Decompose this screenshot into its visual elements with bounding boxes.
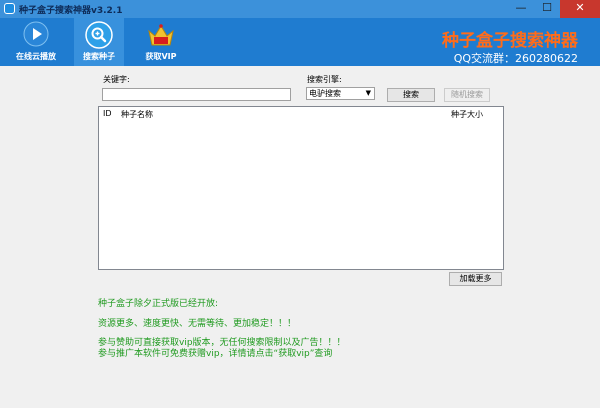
qq-group-text: QQ交流群：260280622 [453, 52, 578, 65]
title-bar[interactable]: 种子盒子搜索神器v3.2.1 — ☐ ✕ [0, 0, 600, 18]
engine-label: 搜索引擎: [307, 75, 342, 84]
keyword-input[interactable] [102, 88, 291, 101]
search-torrent-label: 搜索种子 [83, 52, 115, 61]
notice-line-4: 参与推广本软件可免费获赠vip，详情请点击“获取vip”查询 [98, 349, 333, 359]
column-size[interactable]: 种子大小 [451, 109, 483, 120]
load-more-button[interactable]: 加载更多 [449, 272, 502, 286]
search-torrent-button[interactable]: 搜索种子 [74, 18, 124, 66]
chevron-down-icon: ▼ [365, 89, 371, 97]
keyword-label: 关键字: [103, 75, 130, 84]
get-vip-label: 获取VIP [145, 52, 177, 61]
results-header: ID 种子名称 种子大小 [99, 107, 503, 120]
app-window: 种子盒子搜索神器v3.2.1 — ☐ ✕ 在线云播放 搜索种子 获取VIP 种子… [0, 0, 600, 408]
column-name[interactable]: 种子名称 [121, 109, 153, 120]
cloud-play-button[interactable]: 在线云播放 [8, 18, 64, 66]
engine-select[interactable]: 电驴搜索 ▼ [306, 87, 375, 100]
app-icon [4, 3, 15, 14]
column-id[interactable]: ID [103, 109, 112, 118]
search-icon [85, 21, 113, 49]
get-vip-button[interactable]: 获取VIP [136, 18, 186, 66]
engine-selected-value: 电驴搜索 [309, 89, 341, 98]
maximize-button[interactable]: ☐ [534, 0, 560, 18]
toolbar: 在线云播放 搜索种子 获取VIP 种子盒子搜索神器 QQ交流群：26028062… [0, 18, 600, 66]
brand-title: 种子盒子搜索神器 [442, 31, 578, 51]
play-icon [23, 21, 49, 47]
cloud-play-label: 在线云播放 [16, 52, 56, 61]
window-title: 种子盒子搜索神器v3.2.1 [19, 6, 123, 16]
random-search-button[interactable]: 随机搜索 [444, 88, 490, 102]
notice-line-1: 种子盒子除夕正式版已经开放: [98, 299, 219, 309]
results-list[interactable]: ID 种子名称 种子大小 [98, 106, 504, 270]
minimize-button[interactable]: — [508, 0, 534, 18]
close-button[interactable]: ✕ [560, 0, 600, 18]
search-button[interactable]: 搜索 [387, 88, 435, 102]
vip-icon [148, 24, 174, 46]
notice-line-2: 资源更多、速度更快、无需等待、更加稳定！！！ [98, 319, 297, 329]
